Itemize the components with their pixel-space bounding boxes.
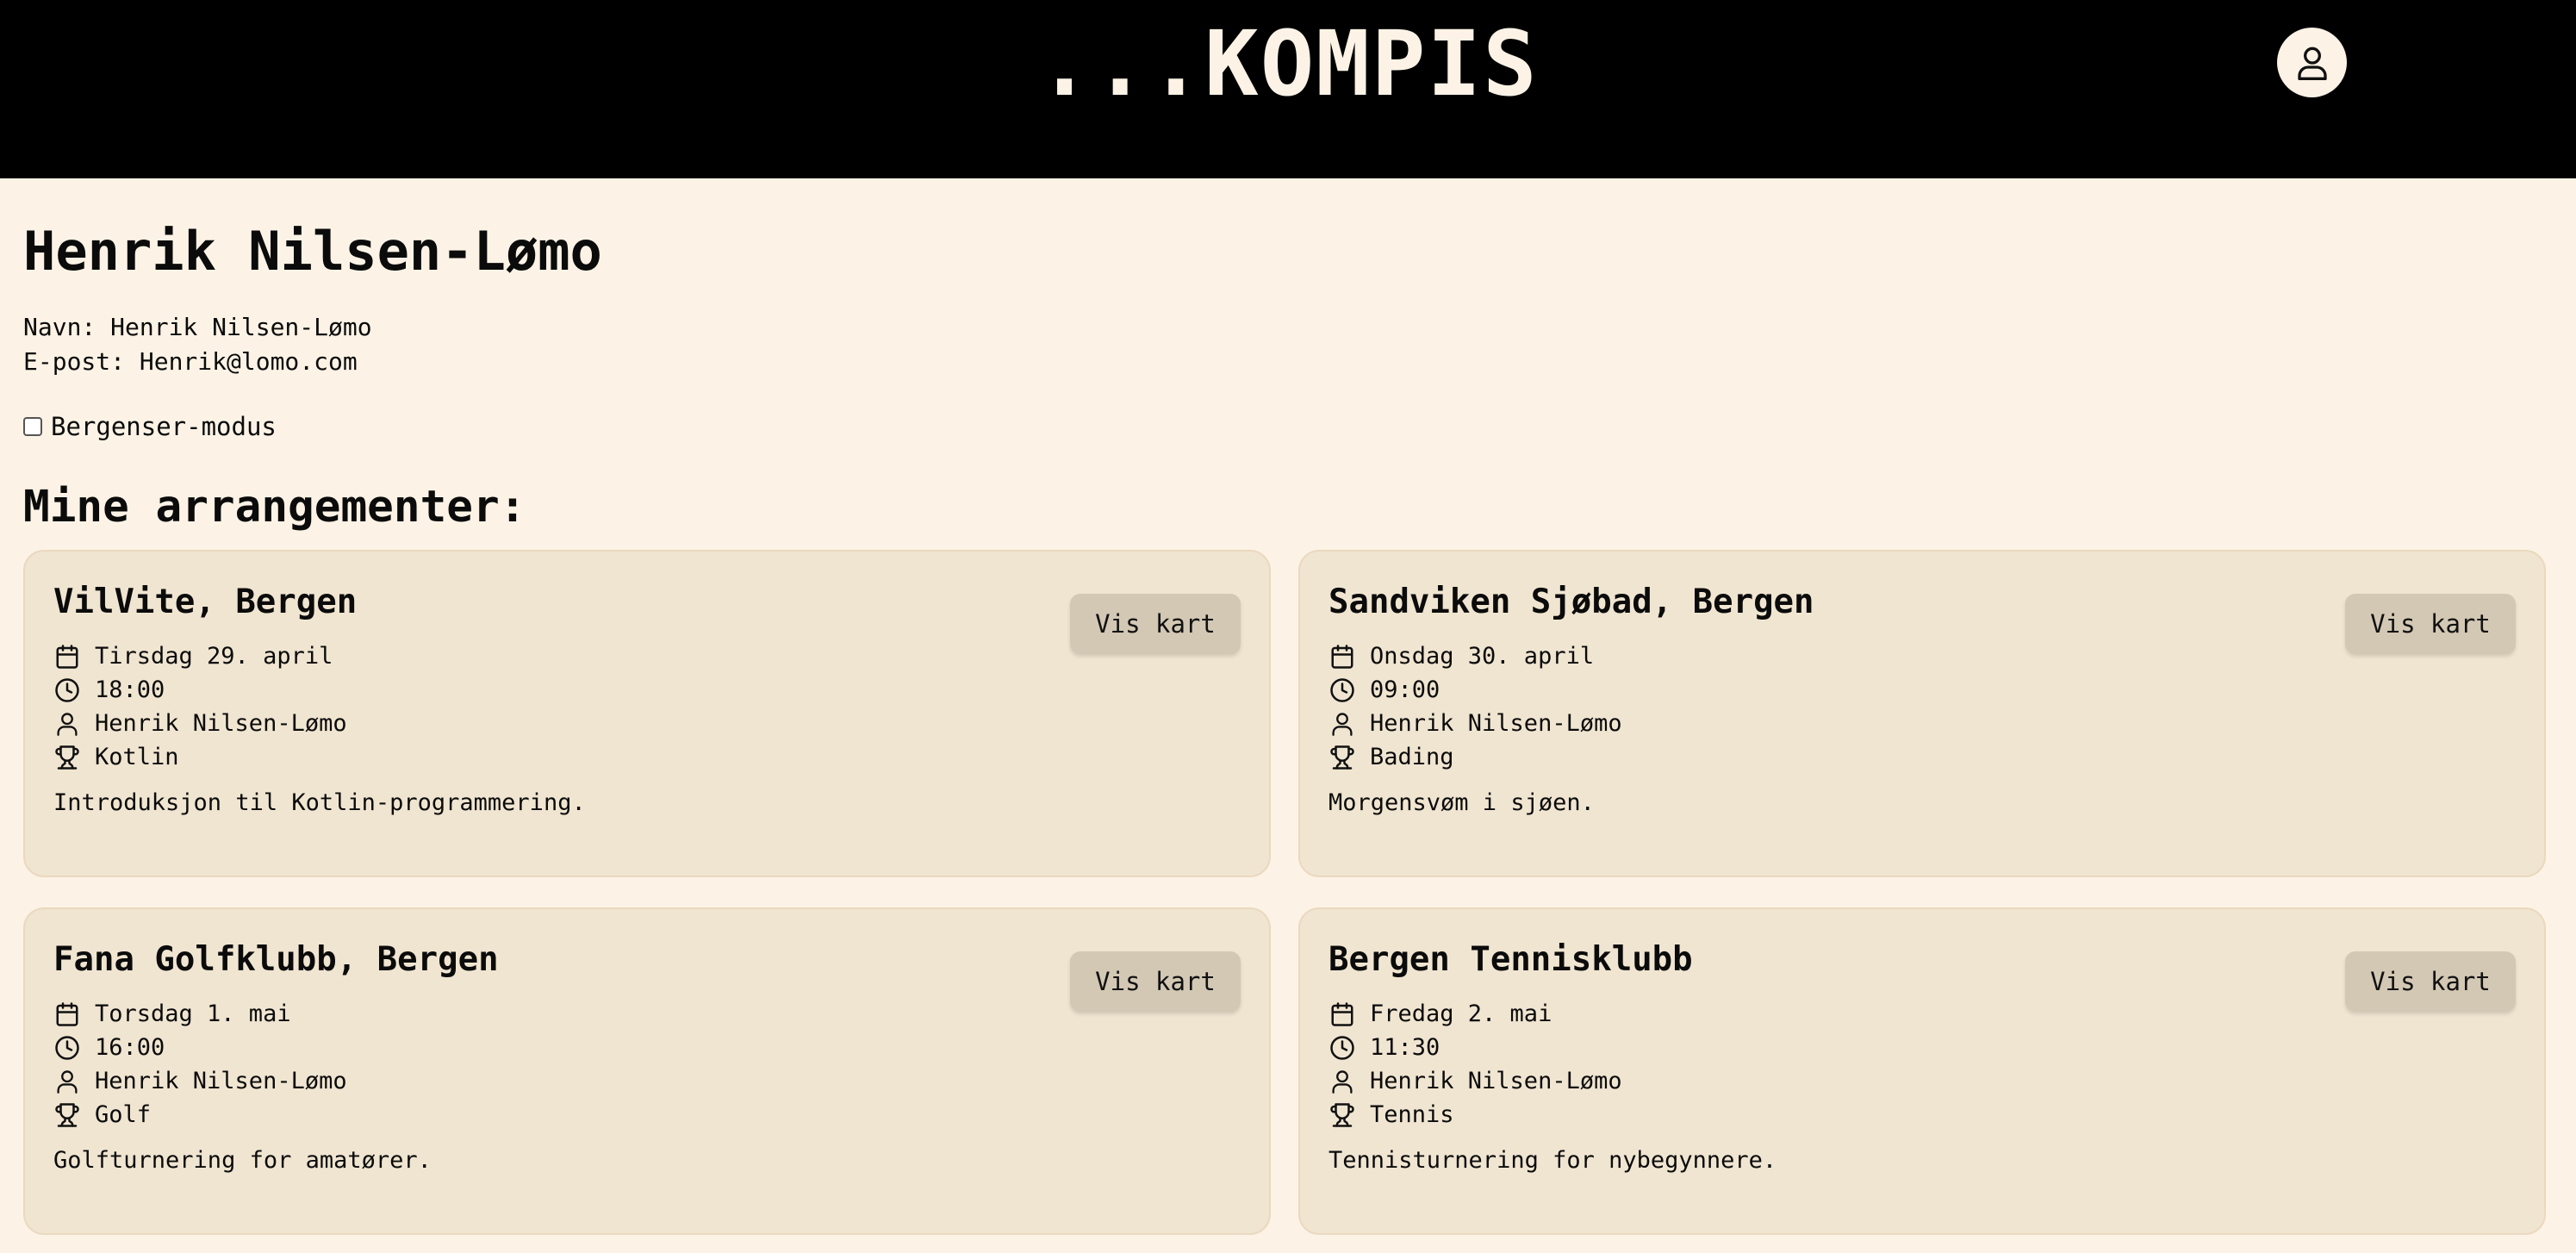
event-date-row: Torsdag 1. mai	[53, 997, 347, 1031]
event-category-row: Bading	[1328, 740, 1622, 774]
event-host-row: Henrik Nilsen-Lømo	[1328, 1064, 1622, 1098]
page-title: Henrik Nilsen-Lømo	[23, 220, 602, 283]
event-time: 11:30	[1370, 1034, 1440, 1061]
brand-logo[interactable]: ...KOMPIS	[0, 12, 2576, 115]
trophy-icon	[53, 744, 81, 771]
trophy-icon	[1328, 1101, 1356, 1129]
show-map-button[interactable]: Vis kart	[2345, 594, 2516, 654]
event-host-row: Henrik Nilsen-Lømo	[53, 1064, 347, 1098]
user-icon	[1328, 710, 1356, 738]
event-description: Introduksjon til Kotlin-programmering.	[53, 789, 586, 816]
event-meta: Tirsdag 29. april 18:00 Henrik Nilsen-Lø…	[53, 639, 347, 774]
event-date: Torsdag 1. mai	[95, 1001, 291, 1027]
event-category: Tennis	[1370, 1101, 1454, 1128]
user-icon	[1328, 1068, 1356, 1095]
event-host-row: Henrik Nilsen-Lømo	[1328, 707, 1622, 740]
user-icon	[53, 1068, 81, 1095]
event-card: VilVite, Bergen Vis kart Tirsdag 29. apr…	[23, 550, 1271, 877]
profile-info: Navn: Henrik Nilsen-Lømo E-post: Henrik@…	[23, 310, 372, 379]
event-date: Onsdag 30. april	[1370, 643, 1595, 670]
trophy-icon	[1328, 744, 1356, 771]
event-time: 16:00	[95, 1034, 165, 1061]
event-time-row: 16:00	[53, 1031, 347, 1064]
calendar-icon	[1328, 643, 1356, 670]
show-map-button[interactable]: Vis kart	[1070, 951, 1241, 1012]
event-card: Sandviken Sjøbad, Bergen Vis kart Onsdag…	[1298, 550, 2546, 877]
event-category: Kotlin	[95, 744, 179, 770]
clock-icon	[53, 1034, 81, 1062]
event-host-row: Henrik Nilsen-Lømo	[53, 707, 347, 740]
event-meta: Torsdag 1. mai 16:00 Henrik Nilsen-Lømo …	[53, 997, 347, 1131]
event-time: 09:00	[1370, 676, 1440, 703]
event-host: Henrik Nilsen-Lømo	[1370, 710, 1622, 737]
event-title: Bergen Tennisklubb	[1328, 940, 1693, 979]
event-date: Fredag 2. mai	[1370, 1001, 1552, 1027]
event-card: Fana Golfklubb, Bergen Vis kart Torsdag …	[23, 907, 1271, 1235]
event-title: Fana Golfklubb, Bergen	[53, 940, 499, 979]
bergenser-mode-toggle[interactable]: Bergenser-modus	[23, 412, 277, 441]
user-icon	[53, 710, 81, 738]
event-time: 18:00	[95, 676, 165, 703]
profile-email: E-post: Henrik@lomo.com	[23, 347, 358, 376]
event-host: Henrik Nilsen-Lømo	[95, 1068, 347, 1094]
event-category-row: Tennis	[1328, 1098, 1622, 1131]
event-date-row: Tirsdag 29. april	[53, 639, 347, 673]
bergenser-mode-label[interactable]: Bergenser-modus	[51, 412, 277, 441]
event-title: Sandviken Sjøbad, Bergen	[1328, 583, 1814, 621]
event-category-row: Kotlin	[53, 740, 347, 774]
show-map-button[interactable]: Vis kart	[2345, 951, 2516, 1012]
clock-icon	[1328, 1034, 1356, 1062]
section-title: Mine arrangementer:	[23, 482, 526, 533]
event-category: Golf	[95, 1101, 152, 1128]
event-meta: Onsdag 30. april 09:00 Henrik Nilsen-Løm…	[1328, 639, 1622, 774]
user-icon	[2297, 47, 2327, 80]
event-category-row: Golf	[53, 1098, 347, 1131]
event-date-row: Fredag 2. mai	[1328, 997, 1622, 1031]
event-category: Bading	[1370, 744, 1454, 770]
event-time-row: 18:00	[53, 673, 347, 707]
event-card: Bergen Tennisklubb Vis kart Fredag 2. ma…	[1298, 907, 2546, 1235]
event-meta: Fredag 2. mai 11:30 Henrik Nilsen-Lømo T…	[1328, 997, 1622, 1131]
profile-name: Navn: Henrik Nilsen-Lømo	[23, 313, 372, 341]
event-title: VilVite, Bergen	[53, 583, 358, 621]
calendar-icon	[53, 1001, 81, 1028]
event-description: Tennisturnering for nybegynnere.	[1328, 1147, 1777, 1174]
calendar-icon	[53, 643, 81, 670]
profile-button[interactable]	[2277, 28, 2347, 97]
event-date-row: Onsdag 30. april	[1328, 639, 1622, 673]
event-description: Golfturnering for amatører.	[53, 1147, 432, 1174]
trophy-icon	[53, 1101, 81, 1129]
event-date: Tirsdag 29. april	[95, 643, 333, 670]
event-time-row: 11:30	[1328, 1031, 1622, 1064]
show-map-button[interactable]: Vis kart	[1070, 594, 1241, 654]
event-host: Henrik Nilsen-Lømo	[95, 710, 347, 737]
clock-icon	[53, 676, 81, 704]
clock-icon	[1328, 676, 1356, 704]
event-description: Morgensvøm i sjøen.	[1328, 789, 1595, 816]
event-time-row: 09:00	[1328, 673, 1622, 707]
top-bar: ...KOMPIS	[0, 0, 2576, 178]
bergenser-mode-checkbox[interactable]	[23, 417, 42, 436]
event-host: Henrik Nilsen-Lømo	[1370, 1068, 1622, 1094]
calendar-icon	[1328, 1001, 1356, 1028]
